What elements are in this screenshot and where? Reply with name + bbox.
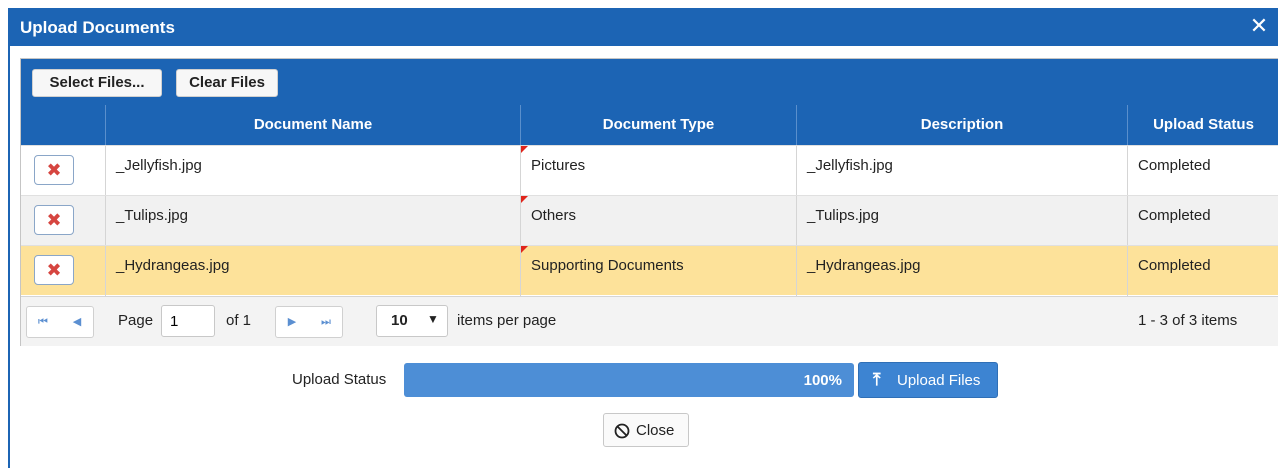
delete-row-button[interactable]: ✖ (34, 205, 74, 235)
row-actions-cell: ✖ (21, 246, 105, 296)
page-count-label: of 1 (226, 312, 252, 329)
column-header-actions (21, 105, 105, 145)
document-name-cell: _Jellyfish.jpg (105, 146, 520, 196)
page-size-select[interactable]: 10 ▼ (376, 305, 448, 337)
document-type-cell[interactable]: Others (520, 196, 796, 246)
table-row[interactable]: ✖ _Tulips.jpg Others _Tulips.jpg Complet… (21, 195, 1278, 246)
upload-status-cell: Completed (1127, 146, 1278, 196)
upload-status-cell: Completed (1127, 246, 1278, 296)
progress-fill (404, 363, 854, 397)
first-page-icon[interactable]: ⏮ (27, 307, 59, 337)
column-header-document-name[interactable]: Document Name (105, 105, 520, 145)
page-size-value: 10 (391, 312, 408, 329)
delete-icon: ✖ (46, 160, 62, 180)
delete-icon: ✖ (46, 210, 62, 230)
dialog-title: Upload Documents (20, 18, 175, 37)
grid-toolbar: Select Files... Clear Files (21, 59, 1278, 105)
row-actions-cell: ✖ (21, 196, 105, 246)
cancel-circle-icon (614, 423, 630, 439)
dirty-flag-icon (521, 196, 528, 203)
document-type-cell[interactable]: Pictures (520, 146, 796, 196)
pager-next-last-group: ▶ ⏭ (275, 306, 343, 338)
chevron-down-icon: ▼ (427, 312, 439, 326)
items-per-page-label: items per page (457, 312, 557, 329)
close-button[interactable]: Close (603, 413, 689, 447)
document-name-cell: _Tulips.jpg (105, 196, 520, 246)
next-page-icon[interactable]: ▶ (276, 307, 308, 337)
upload-status-cell: Completed (1127, 196, 1278, 246)
upload-files-label: Upload Files (897, 372, 981, 389)
document-type-value: Others (531, 207, 577, 224)
pager-first-prev-group: ⏮ ◀ (26, 306, 94, 338)
delete-row-button[interactable]: ✖ (34, 155, 74, 185)
select-files-button[interactable]: Select Files... (32, 69, 162, 97)
previous-page-icon[interactable]: ◀ (61, 307, 93, 337)
upload-status-label: Upload Status (292, 371, 387, 388)
document-name-cell: _Hydrangeas.jpg (105, 246, 520, 296)
upload-icon: ⤒ (873, 370, 881, 389)
page-number-input[interactable] (161, 305, 215, 337)
delete-row-button[interactable]: ✖ (34, 255, 74, 285)
dirty-flag-icon (521, 146, 528, 153)
description-cell[interactable]: _Hydrangeas.jpg (796, 246, 1127, 296)
document-type-cell[interactable]: Supporting Documents (520, 246, 796, 296)
documents-grid: Select Files... Clear Files Document Nam… (20, 58, 1278, 346)
clear-files-button[interactable]: Clear Files (176, 69, 278, 97)
column-header-upload-status[interactable]: Upload Status (1127, 105, 1278, 145)
page-label: Page (118, 312, 154, 329)
document-type-value: Pictures (531, 157, 586, 174)
dialog-titlebar: Upload Documents ✕ (10, 8, 1278, 46)
upload-progress-bar: 100% (404, 363, 854, 397)
grid-pager: ⏮ ◀ Page of 1 ▶ ⏭ 10 ▼ items per page 1 … (21, 296, 1278, 346)
pager-summary: 1 - 3 of 3 items (1138, 312, 1238, 329)
delete-icon: ✖ (46, 260, 62, 280)
grid-header: Document Name Document Type Description … (21, 105, 1278, 145)
close-button-label: Close (636, 422, 675, 439)
column-header-document-type[interactable]: Document Type (520, 105, 796, 145)
row-actions-cell: ✖ (21, 146, 105, 196)
description-cell[interactable]: _Jellyfish.jpg (796, 146, 1127, 196)
column-header-description[interactable]: Description (796, 105, 1127, 145)
table-row[interactable]: ✖ _Hydrangeas.jpg Supporting Documents _… (21, 245, 1278, 296)
close-icon[interactable]: ✕ (1248, 14, 1270, 38)
document-type-value: Supporting Documents (531, 257, 684, 274)
last-page-icon[interactable]: ⏭ (310, 307, 342, 337)
upload-files-button[interactable]: ⤒ Upload Files (858, 362, 998, 398)
upload-documents-dialog: Upload Documents ✕ Select Files... Clear… (8, 8, 1278, 468)
table-row[interactable]: ✖ _Jellyfish.jpg Pictures _Jellyfish.jpg… (21, 145, 1278, 196)
progress-percent: 100% (803, 372, 842, 389)
description-cell[interactable]: _Tulips.jpg (796, 196, 1127, 246)
dirty-flag-icon (521, 246, 528, 253)
